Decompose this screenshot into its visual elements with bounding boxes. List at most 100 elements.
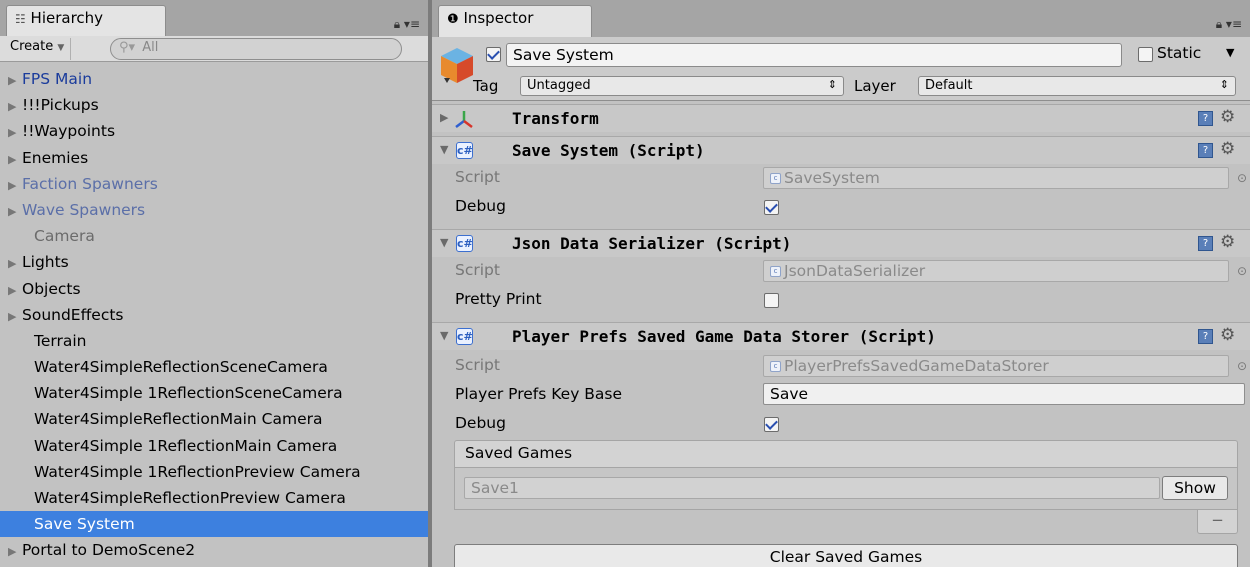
foldout-collapsed-icon[interactable]: ▶ <box>8 173 22 197</box>
hierarchy-item[interactable]: Terrain <box>0 328 428 354</box>
jsonserializer-component-header[interactable]: ▼ c# Json Data Serializer (Script) ? ⚙ <box>432 229 1250 257</box>
csharp-script-icon: c# <box>456 328 473 345</box>
hierarchy-item[interactable]: Water4SimpleReflectionPreview Camera <box>0 485 428 511</box>
hierarchy-panel: ☷ Hierarchy 🔒︎ ▾≡ Create ▼ ⚲▾ All ▶ FPS M… <box>0 0 428 567</box>
foldout-expanded-icon[interactable]: ▼ <box>440 329 448 342</box>
hierarchy-item[interactable]: ▶ Enemies <box>0 145 428 171</box>
foldout-collapsed-icon[interactable]: ▶ <box>8 278 22 302</box>
hierarchy-tab-controls: 🔒︎ ▾≡ <box>394 17 420 32</box>
pretty-print-checkbox[interactable] <box>764 293 779 308</box>
hierarchy-item[interactable]: Water4Simple 1ReflectionPreview Camera <box>0 459 428 485</box>
help-book-icon[interactable]: ? <box>1198 111 1213 126</box>
key-base-input[interactable]: Save <box>763 383 1245 405</box>
lock-icon[interactable]: 🔒︎ <box>1216 17 1222 31</box>
chevron-down-icon: ▼ <box>57 43 65 53</box>
hierarchy-item[interactable]: ▶ Portal to DemoScene2 <box>0 537 428 563</box>
hierarchy-item-label: Faction Spawners <box>22 174 158 193</box>
foldout-collapsed-icon[interactable]: ▶ <box>8 251 22 275</box>
foldout-collapsed-icon[interactable]: ▶ <box>8 199 22 223</box>
csharp-script-icon: c <box>770 173 781 184</box>
foldout-collapsed-icon[interactable]: ▶ <box>8 304 22 328</box>
foldout-collapsed-icon[interactable]: ▶ <box>8 539 22 563</box>
hierarchy-search-input[interactable]: ⚲▾ All <box>110 38 402 60</box>
savesystem-title: Save System (Script) <box>512 141 705 160</box>
foldout-collapsed-icon[interactable]: ▶ <box>8 94 22 118</box>
jsonserializer-title: Json Data Serializer (Script) <box>512 234 792 253</box>
clear-saved-games-button[interactable]: Clear Saved Games <box>454 544 1238 567</box>
hierarchy-item[interactable]: Water4Simple 1ReflectionMain Camera <box>0 433 428 459</box>
playerprefs-script-field[interactable]: c PlayerPrefsSavedGameDataStorer <box>763 355 1229 377</box>
gear-icon[interactable]: ⚙ <box>1220 139 1235 159</box>
hierarchy-item[interactable]: ▶ Objects <box>0 276 428 302</box>
static-checkbox[interactable] <box>1138 47 1153 62</box>
key-base-label: Player Prefs Key Base <box>455 385 623 403</box>
lock-icon[interactable]: 🔒︎ <box>394 17 400 31</box>
hierarchy-toolbar: Create ▼ ⚲▾ All <box>0 36 428 62</box>
playerprefs-script-value: PlayerPrefsSavedGameDataStorer <box>784 357 1049 375</box>
gameobject-active-checkbox[interactable] <box>486 47 501 62</box>
hierarchy-item[interactable]: Water4Simple 1ReflectionSceneCamera <box>0 380 428 406</box>
hierarchy-item-label: Wave Spawners <box>22 200 146 219</box>
csharp-script-icon: c <box>770 361 781 372</box>
savesystem-script-field[interactable]: c SaveSystem <box>763 167 1229 189</box>
tag-value: Untagged <box>527 78 591 93</box>
tab-inspector[interactable]: ❶ Inspector <box>438 5 592 37</box>
hierarchy-item[interactable]: Water4SimpleReflectionMain Camera <box>0 406 428 432</box>
create-dropdown[interactable]: Create ▼ <box>4 38 72 60</box>
chevron-down-icon[interactable]: ▼ <box>1226 46 1234 59</box>
pretty-print-label: Pretty Print <box>455 290 542 308</box>
gear-icon[interactable]: ⚙ <box>1220 107 1235 127</box>
saved-games-header: Saved Games <box>454 440 1238 468</box>
foldout-collapsed-icon[interactable]: ▶ <box>8 68 22 92</box>
csharp-script-icon: c <box>770 266 781 277</box>
playerprefs-title: Player Prefs Saved Game Data Storer (Scr… <box>512 327 936 346</box>
hierarchy-item[interactable]: ▶ !!Waypoints <box>0 118 428 144</box>
gear-icon[interactable]: ⚙ <box>1220 325 1235 345</box>
hierarchy-item-label: Water4Simple 1ReflectionSceneCamera <box>34 384 343 403</box>
hierarchy-item[interactable]: ▶ Faction Spawners <box>0 171 428 197</box>
hierarchy-item[interactable]: ▶ !!!Pickups <box>0 92 428 118</box>
tag-dropdown[interactable]: Untagged ⇕ <box>520 76 844 96</box>
gameobject-name-field[interactable]: Save System <box>506 43 1122 67</box>
hierarchy-item[interactable]: ▶ SoundEffects <box>0 302 428 328</box>
help-book-icon[interactable]: ? <box>1198 329 1213 344</box>
hierarchy-item[interactable]: ▶ Lights <box>0 249 428 275</box>
object-picker-icon[interactable]: ⊙ <box>1237 264 1247 278</box>
gameobject-header: Save System Static ▼ Tag Untagged ⇕ Laye… <box>432 37 1250 101</box>
tab-inspector-label: Inspector <box>463 9 534 27</box>
hierarchy-item[interactable]: ▶ FPS Main <box>0 66 428 92</box>
hierarchy-item[interactable]: ▶ Wave Spawners <box>0 197 428 223</box>
help-book-icon[interactable]: ? <box>1198 236 1213 251</box>
foldout-collapsed-icon[interactable]: ▶ <box>8 120 22 144</box>
show-button[interactable]: Show <box>1162 476 1228 500</box>
foldout-expanded-icon[interactable]: ▼ <box>440 236 448 249</box>
jsonserializer-script-label: Script <box>455 261 500 279</box>
hierarchy-item-label: Terrain <box>34 331 87 350</box>
savesystem-script-value: SaveSystem <box>784 169 880 187</box>
hierarchy-item[interactable]: Water4SimpleReflectionSceneCamera <box>0 354 428 380</box>
hierarchy-item-label: Lights <box>22 253 69 272</box>
transform-component-header[interactable]: ▶ Transform ? ⚙ <box>432 104 1250 132</box>
hierarchy-item[interactable]: Save System <box>0 511 428 538</box>
playerprefs-component-header[interactable]: ▼ c# Player Prefs Saved Game Data Storer… <box>432 322 1250 350</box>
jsonserializer-script-field[interactable]: c JsonDataSerializer <box>763 260 1229 282</box>
remove-item-button[interactable]: − <box>1197 510 1238 534</box>
object-picker-icon[interactable]: ⊙ <box>1237 359 1247 373</box>
csharp-script-icon: c# <box>456 142 473 159</box>
foldout-collapsed-icon[interactable]: ▶ <box>440 111 448 124</box>
foldout-collapsed-icon[interactable]: ▶ <box>8 147 22 171</box>
layer-dropdown[interactable]: Default ⇕ <box>918 76 1236 96</box>
object-picker-icon[interactable]: ⊙ <box>1237 171 1247 185</box>
playerprefs-debug-checkbox[interactable] <box>764 417 779 432</box>
savesystem-debug-checkbox[interactable] <box>764 200 779 215</box>
savesystem-component-header[interactable]: ▼ c# Save System (Script) ? ⚙ <box>432 136 1250 164</box>
gameobject-cube-icon[interactable] <box>438 45 476 87</box>
hierarchy-item[interactable]: Camera <box>0 223 428 249</box>
panel-menu-icon[interactable]: ▾≡ <box>404 17 420 31</box>
panel-menu-icon[interactable]: ▾≡ <box>1226 17 1242 31</box>
help-book-icon[interactable]: ? <box>1198 143 1213 158</box>
gear-icon[interactable]: ⚙ <box>1220 232 1235 252</box>
foldout-expanded-icon[interactable]: ▼ <box>440 143 448 156</box>
tab-hierarchy[interactable]: ☷ Hierarchy <box>6 5 166 37</box>
search-icon: ⚲▾ <box>119 40 136 55</box>
